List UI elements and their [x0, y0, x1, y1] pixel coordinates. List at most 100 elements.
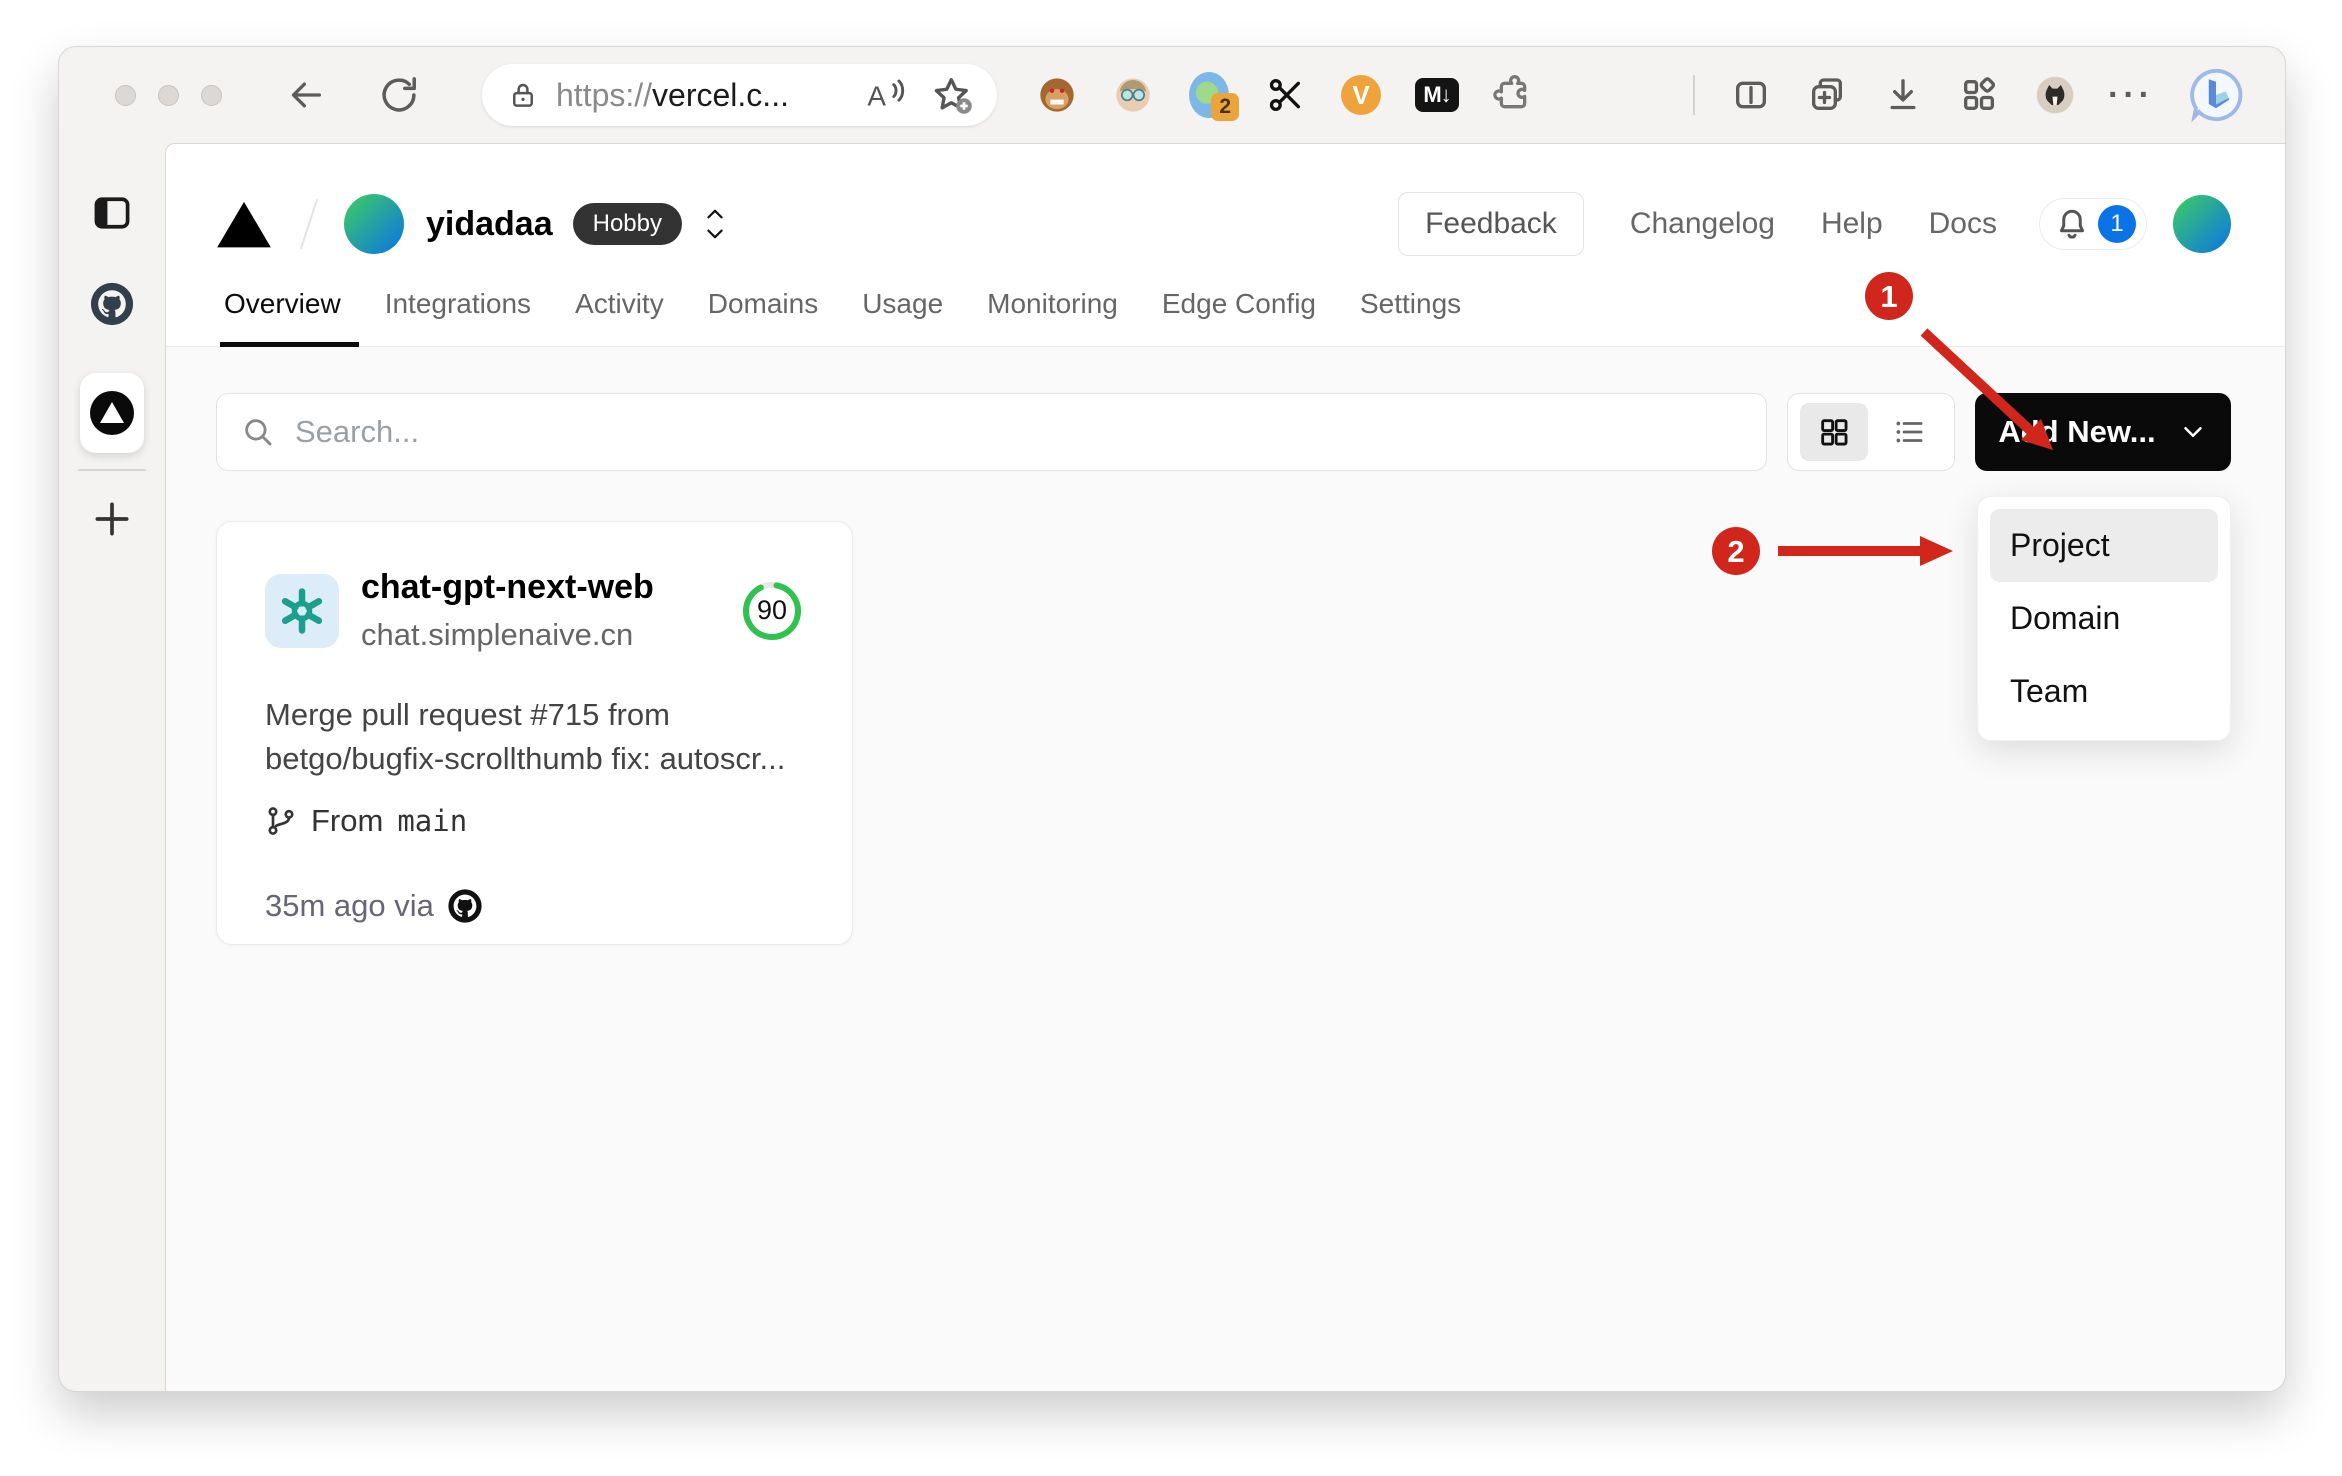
address-bar[interactable]: https://vercel.c... A: [482, 64, 997, 126]
commit-message: Merge pull request #715 from betgo/bugfi…: [265, 697, 786, 777]
split-screen-icon: [1736, 81, 1766, 109]
menu-item-team[interactable]: Team: [1990, 655, 2218, 728]
chevron-down-icon: [2183, 427, 2202, 437]
add-new-button[interactable]: Add New...: [1975, 393, 2231, 471]
team-name[interactable]: yidadaa: [426, 205, 553, 244]
project-card[interactable]: chat-gpt-next-web chat.simplenaive.cn 90…: [216, 521, 853, 945]
zoom-window-button[interactable]: [201, 84, 222, 106]
branch-prefix: From: [311, 803, 384, 839]
monkey-icon: [1040, 78, 1074, 112]
tab-edge-config[interactable]: Edge Config: [1140, 288, 1338, 346]
toggle-pane-button[interactable]: [90, 191, 134, 235]
url-text: https://vercel.c...: [556, 76, 789, 113]
cat-avatar-icon: [2036, 76, 2074, 114]
workspaces-button[interactable]: [1959, 75, 1999, 115]
grid-view-icon: [1820, 419, 1847, 446]
list-view-button[interactable]: [1875, 403, 1943, 461]
favorite-star-icon[interactable]: [931, 74, 975, 116]
search-icon: [245, 419, 272, 446]
profile-avatar-button[interactable]: [2035, 75, 2075, 115]
feedback-button[interactable]: Feedback: [1398, 192, 1584, 256]
github-icon: [448, 889, 482, 923]
tab-integrations[interactable]: Integrations: [363, 288, 553, 346]
project-logo-tile: [265, 573, 339, 648]
collections-icon: [1812, 78, 1842, 110]
refresh-icon: [382, 77, 416, 112]
more-menu-button[interactable]: ···: [2108, 75, 2151, 115]
notifications-button[interactable]: 1: [2039, 198, 2147, 250]
user-avatar[interactable]: [2173, 195, 2231, 253]
read-aloud-icon[interactable]: A: [863, 75, 907, 115]
markdown-label: M↓: [1415, 78, 1459, 112]
menu-item-domain[interactable]: Domain: [1990, 582, 2218, 655]
downloads-button[interactable]: [1883, 75, 1923, 115]
search-box: [216, 393, 1767, 471]
back-button[interactable]: [286, 75, 326, 115]
project-domain[interactable]: chat.simplenaive.cn: [361, 617, 740, 653]
lock-icon: [513, 83, 533, 107]
avatar-extension-icon[interactable]: [1113, 75, 1153, 115]
extension-count-badge: 2: [1211, 93, 1239, 121]
tab-overview[interactable]: Overview: [216, 288, 363, 347]
bing-icon: [2190, 68, 2243, 123]
deploy-meta: 35m ago via: [265, 887, 804, 925]
grid-view-button[interactable]: [1799, 403, 1868, 461]
vercel-logo[interactable]: [216, 199, 272, 249]
branch-row: From main: [265, 803, 804, 839]
score-value: 90: [756, 595, 788, 625]
chevron-updown-icon: [707, 209, 723, 239]
traffic-lights: [115, 84, 222, 106]
collections-button[interactable]: [1807, 75, 1847, 115]
add-new-dropdown: Project Domain Team: [1977, 496, 2231, 741]
changelog-link[interactable]: Changelog: [1630, 207, 1775, 241]
bell-icon: [2060, 209, 2084, 239]
markdown-extension-icon[interactable]: M↓: [1415, 75, 1459, 115]
extensions-puzzle-button[interactable]: [1493, 75, 1533, 115]
team-switcher-button[interactable]: [700, 202, 730, 246]
v-letter: V: [1341, 75, 1381, 115]
add-new-label: Add New...: [1998, 414, 2156, 449]
tab-monitoring[interactable]: Monitoring: [965, 288, 1140, 346]
git-branch-icon: [268, 807, 294, 835]
project-name: chat-gpt-next-web: [361, 568, 654, 606]
new-tab-button[interactable]: [90, 497, 134, 541]
split-screen-button[interactable]: [1731, 75, 1771, 115]
menu-item-project[interactable]: Project: [1990, 509, 2218, 582]
vercel-header: yidadaa Hobby Feedback Changelog Help Do…: [166, 144, 2285, 347]
pane-toggle-icon: [94, 197, 130, 229]
minimize-window-button[interactable]: [158, 84, 179, 106]
translate-extension-icon[interactable]: 2: [1189, 72, 1239, 121]
tab-activity[interactable]: Activity: [553, 288, 686, 346]
scissors-icon: [1269, 79, 1300, 111]
list-view-icon: [1896, 421, 1922, 443]
v-extension-icon[interactable]: V: [1341, 75, 1381, 115]
back-arrow-icon: [291, 82, 321, 108]
bing-chat-button[interactable]: [2187, 66, 2245, 124]
sidebar-divider: [78, 469, 146, 471]
plus-icon: [95, 502, 129, 536]
refresh-button[interactable]: [378, 74, 420, 116]
toolbar-divider: [1693, 75, 1695, 115]
search-input[interactable]: [295, 414, 1742, 450]
tab-settings[interactable]: Settings: [1338, 288, 1483, 346]
tampermonkey-extension-icon[interactable]: [1037, 75, 1077, 115]
plan-badge: Hobby: [572, 203, 682, 245]
browser-chrome: https://vercel.c... A 2 V M↓ ···: [59, 47, 2285, 143]
breadcrumb-slash: [300, 198, 318, 250]
team-avatar[interactable]: [344, 194, 404, 254]
puzzle-icon: [1493, 75, 1527, 109]
tab-vercel-active[interactable]: [80, 373, 144, 453]
dashboard-tabs: Overview Integrations Activity Domains U…: [216, 288, 2231, 347]
docs-link[interactable]: Docs: [1929, 207, 1997, 241]
tab-github[interactable]: [89, 281, 135, 327]
browser-window: https://vercel.c... A 2 V M↓ ··· yidadaa…: [58, 46, 2286, 1392]
tab-usage[interactable]: Usage: [840, 288, 965, 346]
close-window-button[interactable]: [115, 84, 136, 106]
person-icon: [1116, 78, 1150, 112]
help-link[interactable]: Help: [1821, 207, 1883, 241]
chrome-right-controls: ···: [1693, 66, 2245, 124]
svg-text:A: A: [867, 80, 886, 111]
scissors-extension-icon[interactable]: [1265, 75, 1305, 115]
tab-domains[interactable]: Domains: [686, 288, 840, 346]
github-icon: [90, 282, 134, 326]
